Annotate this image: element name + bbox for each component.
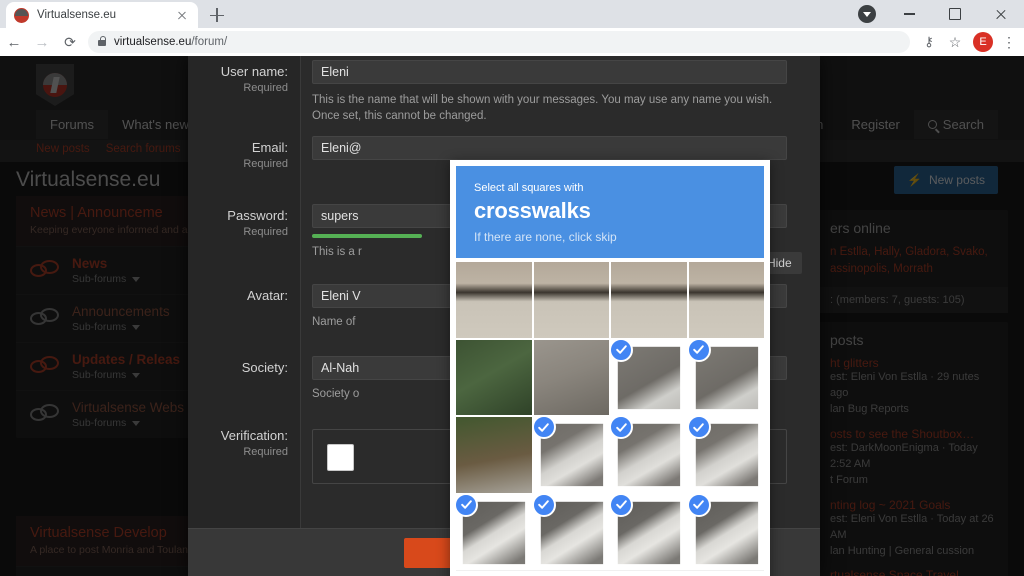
field-avatar-label: Avatar: [247,288,288,303]
field-username-required: Required [243,82,288,94]
avatar[interactable]: E [973,32,993,52]
captcha-cell[interactable] [611,339,687,416]
url-path: /forum/ [191,36,228,48]
checkmark-icon [688,417,711,439]
captcha-prompt-line3: If there are none, click skip [474,230,617,244]
username-input[interactable]: Eleni [312,60,787,84]
password-hide-label: Hide [766,256,792,270]
captcha-cell[interactable] [611,262,687,338]
lock-icon [98,36,107,46]
captcha-cell[interactable] [456,262,532,338]
captcha-cell[interactable] [456,339,532,415]
captcha-cell-image [456,339,532,415]
checkmark-icon [611,339,633,362]
captcha-prompt-line1: Select all squares with [474,182,584,194]
captcha-cell[interactable] [688,262,764,338]
captcha-cell-image [533,262,609,338]
password-strength-meter [312,234,422,238]
checkmark-icon [533,417,556,439]
url-text: virtualsense.eu/forum/ [114,36,227,48]
window-close-button[interactable] [978,0,1024,28]
captcha-cell-image [611,262,687,338]
captcha-image-grid [456,262,764,570]
field-verification-label: Verification: [220,428,288,443]
field-password-label: Password: [227,208,288,223]
field-verification-required: Required [243,446,288,458]
web-page: Forums What's new in Register Search New… [0,56,1024,576]
captcha-footer: NEXT [456,570,764,576]
captcha-cell[interactable] [533,262,609,338]
captcha-cell[interactable] [456,417,532,493]
window-controls [886,0,1024,28]
captcha-cell-image [456,262,532,338]
browser-tab[interactable]: Virtualsense.eu [6,2,198,28]
field-username-label: User name: [220,64,288,79]
captcha-cell[interactable] [688,494,765,571]
field-society-label: Society: [241,360,288,375]
form-divider [300,56,301,528]
reload-button[interactable]: ⟳ [56,28,84,56]
back-arrow-icon: ← [6,33,22,51]
address-bar[interactable]: virtualsense.eu/forum/ [88,31,910,53]
captcha-cell[interactable] [611,494,687,571]
checkmark-icon [688,494,711,517]
update-chevron-icon[interactable] [858,5,876,23]
screen: Virtualsense.eu ← → ⟳ virtualsense.eu/fo… [0,0,1024,576]
captcha-prompt: Select all squares with crosswalks If th… [456,166,764,258]
checkmark-icon [533,494,556,517]
checkmark-icon [456,494,478,517]
captcha-cell-image [456,417,532,493]
reload-icon: ⟳ [64,33,76,50]
recaptcha-checkbox[interactable] [327,444,354,471]
maximize-button[interactable] [932,0,978,28]
forward-arrow-icon: → [34,33,50,51]
captcha-cell[interactable] [533,417,610,493]
browser-tabstrip: Virtualsense.eu [0,0,1024,28]
browser-toolbar: ← → ⟳ virtualsense.eu/forum/ ⚷ ☆ E ⋮ [0,28,1024,56]
captcha-cell[interactable] [533,494,610,571]
field-email-required: Required [243,158,288,170]
field-password-required: Required [243,226,288,238]
captcha-cell[interactable] [611,417,687,493]
captcha-cell[interactable] [688,417,765,493]
close-icon[interactable] [174,7,190,23]
globe-icon [14,7,29,23]
captcha-cell[interactable] [688,339,765,416]
back-button[interactable]: ← [0,28,28,56]
password-key-icon[interactable]: ⚷ [916,34,942,50]
captcha-prompt-target: crosswalks [474,198,591,223]
field-username-hint: This is the name that will be shown with… [312,94,773,123]
captcha-cell[interactable] [533,339,609,415]
bookmark-star-icon[interactable]: ☆ [942,34,968,51]
checkmark-icon [688,339,711,362]
captcha-cell[interactable] [456,494,532,571]
toolbar-actions: ⚷ ☆ E ⋮ [916,32,1024,52]
captcha-dialog: Select all squares with crosswalks If th… [450,160,770,576]
captcha-cell-image [533,339,609,415]
tab-title: Virtualsense.eu [37,9,117,21]
email-input[interactable]: Eleni@ [312,136,787,160]
field-email-label: Email: [251,140,288,155]
menu-kebab-icon[interactable]: ⋮ [998,34,1020,51]
captcha-cell-image [688,262,764,338]
forward-button[interactable]: → [28,28,56,56]
new-tab-button[interactable] [206,4,228,26]
checkmark-icon [611,494,633,517]
url-host: virtualsense.eu [114,36,192,48]
minimize-button[interactable] [886,0,932,28]
